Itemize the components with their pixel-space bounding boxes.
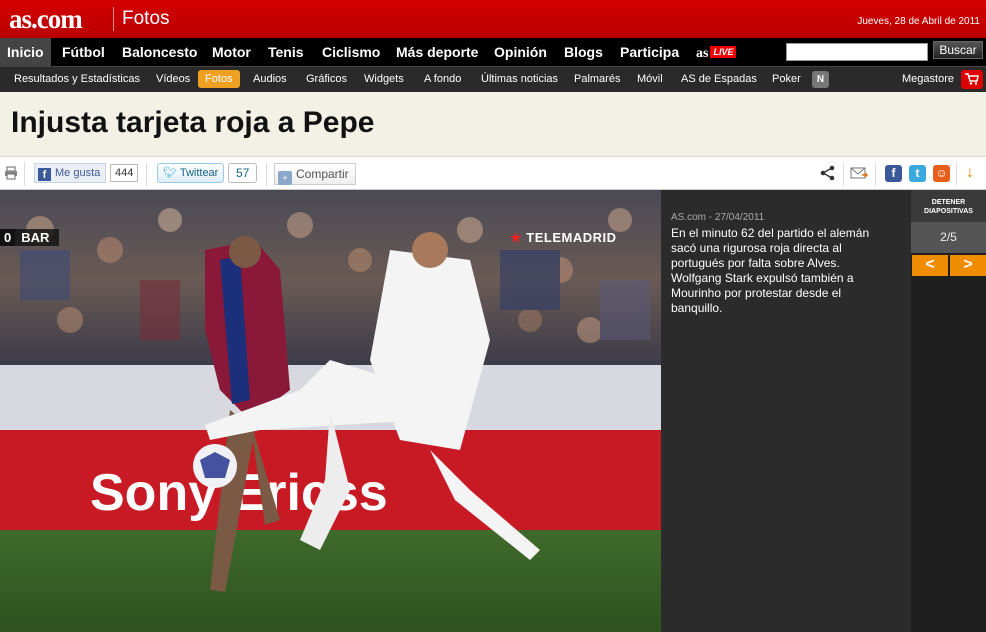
subnav-item-audios[interactable]: Audios bbox=[253, 73, 287, 85]
tweet-count: 57 bbox=[228, 163, 258, 183]
caption-meta: AS.com - 27/04/2011 bbox=[671, 212, 765, 223]
subnav-item-resultados[interactable]: Resultados y Estadísticas bbox=[14, 73, 140, 85]
as-live-brand: as bbox=[696, 46, 709, 61]
share-bar: f Me gusta 444 🐦︎ Twittear 57 + Compartir … bbox=[0, 158, 986, 190]
subnav-item-movil[interactable]: Móvil bbox=[637, 73, 663, 85]
watermark-text: TELEMADRID bbox=[526, 230, 617, 245]
logo-divider bbox=[113, 7, 114, 31]
tweet-label: Twittear bbox=[179, 167, 219, 179]
as-live-link[interactable]: as LIVE bbox=[696, 44, 737, 61]
sub-nav: Resultados y Estadísticas Vídeos Fotos A… bbox=[0, 66, 986, 92]
score-overlay: 0 BAR bbox=[0, 229, 60, 246]
stop-slideshow-button[interactable]: DETENER DIAPOSITIVAS bbox=[911, 190, 986, 222]
search-input[interactable] bbox=[786, 43, 928, 61]
slideshow-controls: DETENER DIAPOSITIVAS 2/5 < > bbox=[911, 190, 986, 632]
nav-item-ciclismo[interactable]: Ciclismo bbox=[322, 38, 380, 66]
score-number: 0 bbox=[0, 229, 16, 246]
twitter-icon[interactable]: t bbox=[909, 165, 926, 182]
tv-watermark: ★ TELEMADRID bbox=[510, 230, 617, 246]
stop-label-line-2: DIAPOSITIVAS bbox=[924, 208, 973, 215]
nav-item-mas-deporte[interactable]: Más deporte bbox=[396, 38, 478, 66]
facebook-like-button[interactable]: f Me gusta bbox=[34, 163, 107, 183]
divider bbox=[24, 162, 25, 186]
stop-label-line-1: DETENER bbox=[931, 199, 966, 206]
subnav-item-poker[interactable]: Poker bbox=[772, 73, 801, 85]
subnav-item-graficos[interactable]: Gráficos bbox=[306, 73, 347, 85]
caption-text: En el minuto 62 del partido el alemán sa… bbox=[671, 226, 870, 315]
subnav-item-ultimas-noticias[interactable]: Últimas noticias bbox=[481, 73, 558, 85]
cart-icon[interactable] bbox=[961, 70, 983, 89]
telemadrid-star-icon: ★ bbox=[510, 230, 523, 245]
next-slide-button[interactable]: > bbox=[950, 255, 986, 276]
share-network-icon[interactable] bbox=[819, 164, 837, 182]
share-icon: + bbox=[278, 171, 292, 185]
page-title: Injusta tarjeta roja a Pepe bbox=[11, 106, 375, 139]
slide-position: 2/5 bbox=[911, 222, 986, 253]
divider bbox=[875, 162, 876, 186]
facebook-icon: f bbox=[38, 168, 51, 181]
nav-item-opinion[interactable]: Opinión bbox=[494, 38, 547, 66]
nav-item-baloncesto[interactable]: Baloncesto bbox=[122, 38, 197, 66]
nav-item-motor[interactable]: Motor bbox=[212, 38, 251, 66]
megastore-link[interactable]: Megastore bbox=[902, 73, 954, 85]
divider bbox=[146, 162, 147, 186]
print-icon[interactable] bbox=[4, 166, 18, 180]
like-count: 444 bbox=[110, 164, 139, 182]
slideshow-photo[interactable]: Sony Ericss 0 BAR ★ TELEMADRID bbox=[0, 190, 661, 632]
nav-item-futbol[interactable]: Fútbol bbox=[62, 38, 105, 66]
search-button[interactable]: Buscar bbox=[933, 41, 983, 59]
score-team: BAR bbox=[21, 230, 50, 245]
like-label: Me gusta bbox=[55, 167, 101, 179]
nav-item-participa[interactable]: Participa bbox=[620, 38, 679, 66]
divider bbox=[843, 162, 844, 186]
share-button[interactable]: + Compartir bbox=[274, 163, 356, 185]
tuenti-icon[interactable]: ☺ bbox=[933, 165, 950, 182]
facebook-icon[interactable]: f bbox=[885, 165, 902, 182]
nav-item-blogs[interactable]: Blogs bbox=[564, 38, 603, 66]
divider bbox=[956, 162, 957, 186]
site-header: as.com Fotos Jueves, 28 de Abril de 2011 bbox=[0, 0, 986, 38]
current-date: Jueves, 28 de Abril de 2011 bbox=[857, 16, 980, 27]
email-icon[interactable] bbox=[850, 164, 869, 182]
subnav-item-fotos[interactable]: Fotos bbox=[198, 70, 240, 88]
new-badge[interactable]: N bbox=[812, 71, 829, 88]
twitter-bird-icon: 🐦︎ bbox=[163, 167, 177, 179]
share-label: Compartir bbox=[296, 167, 349, 181]
nav-item-tenis[interactable]: Tenis bbox=[268, 38, 304, 66]
tweet-button[interactable]: 🐦︎ Twittear bbox=[157, 163, 225, 183]
subnav-item-as-de-espadas[interactable]: AS de Espadas bbox=[681, 73, 757, 85]
subnav-item-a-fondo[interactable]: A fondo bbox=[424, 73, 461, 85]
title-area: Injusta tarjeta roja a Pepe bbox=[0, 92, 986, 157]
caption-panel: AS.com - 27/04/2011 En el minuto 62 del … bbox=[661, 190, 911, 632]
divider bbox=[266, 162, 267, 186]
prev-slide-button[interactable]: < bbox=[912, 255, 948, 276]
site-logo[interactable]: as.com bbox=[9, 4, 83, 35]
live-badge: LIVE bbox=[710, 46, 737, 58]
subnav-item-widgets[interactable]: Widgets bbox=[364, 73, 404, 85]
subnav-item-videos[interactable]: Vídeos bbox=[156, 73, 190, 85]
section-title[interactable]: Fotos bbox=[122, 8, 170, 30]
nav-item-inicio[interactable]: Inicio bbox=[0, 38, 51, 66]
photo-image: Sony Ericss bbox=[0, 190, 661, 632]
subnav-item-palmares[interactable]: Palmarés bbox=[574, 73, 620, 85]
expand-chevron-icon[interactable]: ↓ bbox=[966, 164, 974, 182]
